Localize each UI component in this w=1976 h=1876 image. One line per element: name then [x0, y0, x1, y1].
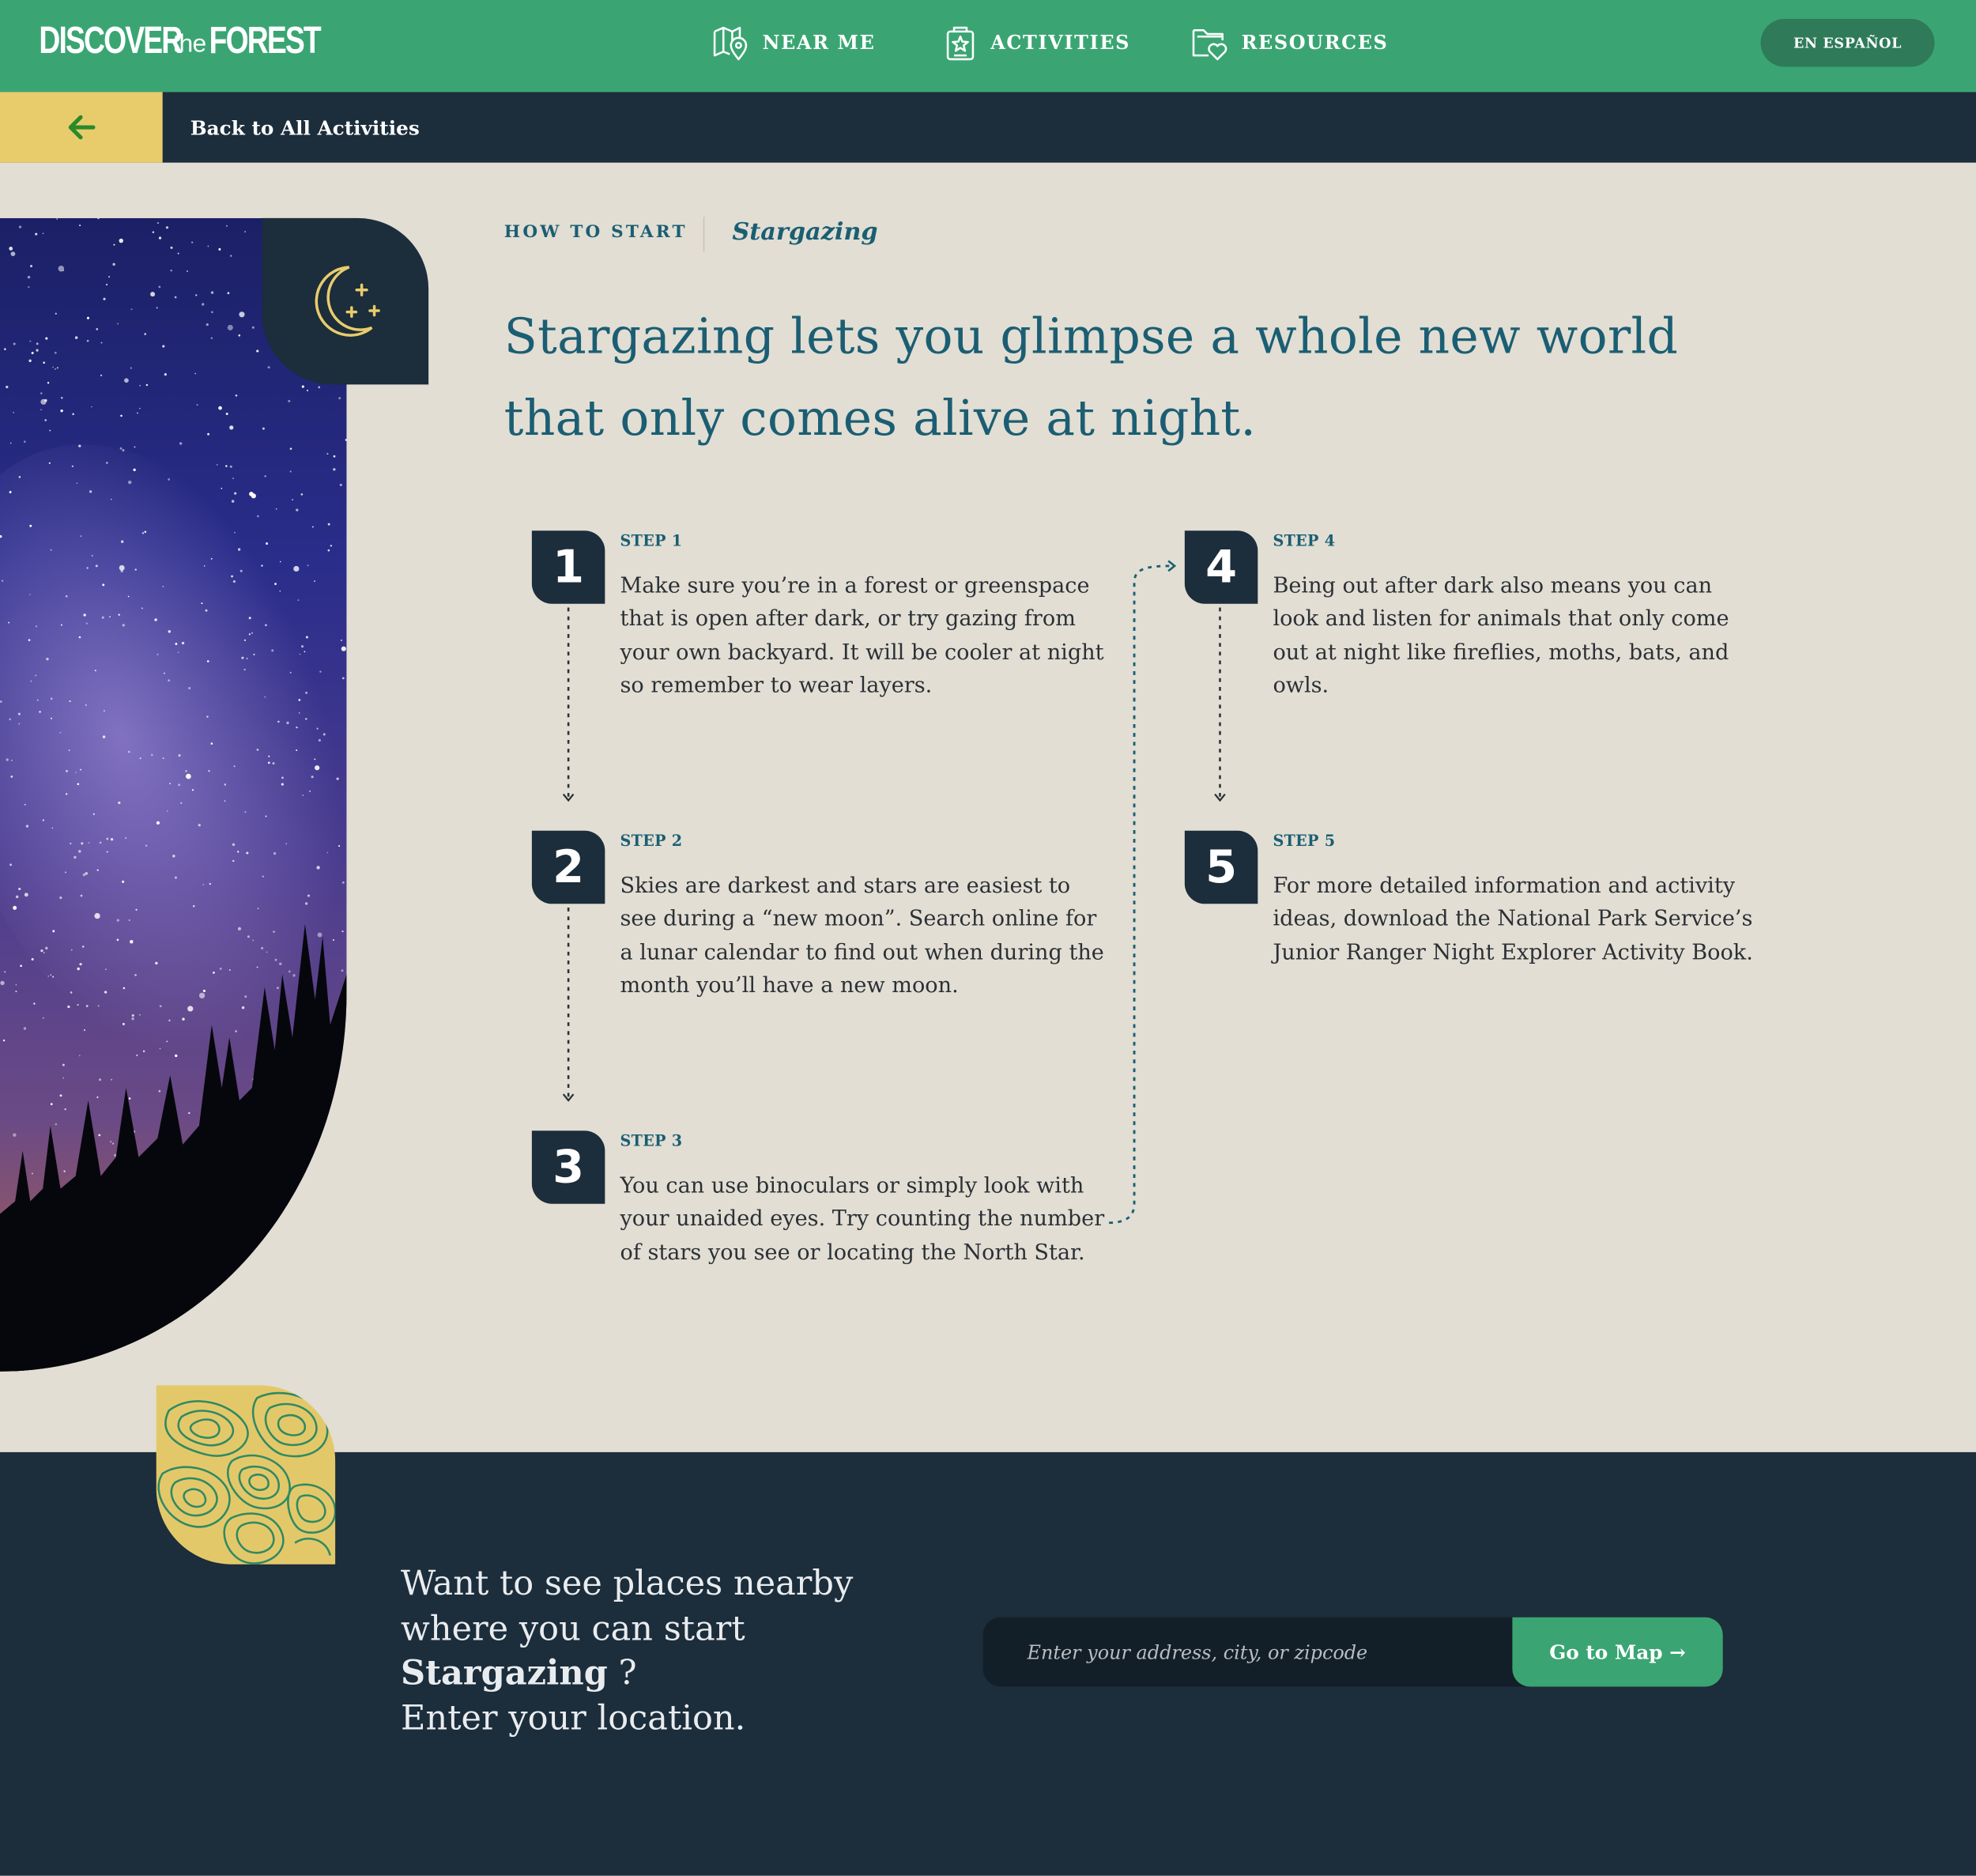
topographic-pattern — [156, 1391, 336, 1565]
step-3-badge: 3 — [531, 1131, 605, 1204]
location-search-box — [982, 1617, 1525, 1687]
step-2-text: Skies are darkest and stars are easiest … — [620, 873, 1104, 999]
step-4-text: Being out after dark also means you can … — [1273, 573, 1729, 699]
step-1-badge: 1 — [531, 530, 605, 604]
step-3-label: STEP 3 — [620, 1131, 683, 1150]
go-to-map-button[interactable]: Go to Map → — [1512, 1617, 1723, 1687]
step-5-text: For more detailed information and activi… — [1273, 873, 1753, 966]
step-1-text: Make sure you’re in a forest or greenspa… — [620, 573, 1104, 699]
step-3-text: You can use binoculars or simply look wi… — [620, 1173, 1105, 1266]
cta-activity-name: Stargazing — [401, 1653, 608, 1693]
step-2-badge: 2 — [531, 830, 605, 904]
step-2-label: STEP 2 — [620, 832, 683, 850]
step-1-label: STEP 1 — [620, 531, 683, 550]
cta-line-activity: Stargazing ? — [401, 1651, 853, 1697]
cta-text: Want to see places nearby where you can … — [401, 1562, 853, 1741]
topographic-pattern-tile — [156, 1385, 336, 1565]
cta-line-2: where you can start — [401, 1609, 745, 1648]
step-5-badge: 5 — [1184, 830, 1258, 904]
step-4-badge: 4 — [1184, 530, 1258, 604]
step-4-label: STEP 4 — [1273, 531, 1336, 550]
cta-line-1: Want to see places nearby — [401, 1564, 854, 1604]
location-search-input[interactable] — [982, 1617, 1500, 1687]
step-5-label: STEP 5 — [1273, 832, 1336, 850]
cta-line-3: Enter your location. — [401, 1698, 746, 1738]
cta-question-mark: ? — [618, 1653, 637, 1693]
